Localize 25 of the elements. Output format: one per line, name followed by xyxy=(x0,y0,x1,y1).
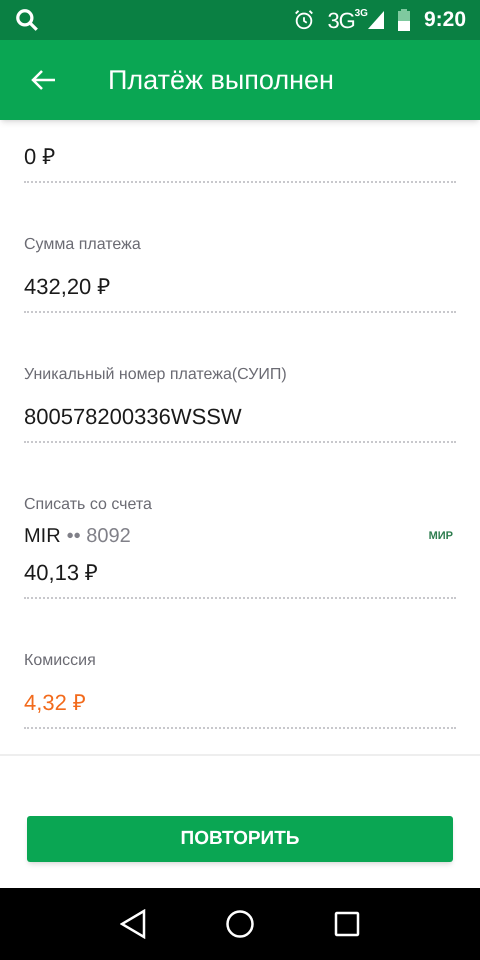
search-icon xyxy=(14,7,40,33)
field-value: 432,20 ₽ xyxy=(24,273,112,301)
screen-title: Платёж выполнен xyxy=(108,64,334,97)
field-label: Сумма платежа xyxy=(24,235,142,255)
battery-icon xyxy=(398,9,410,31)
field-label: Комиссия xyxy=(24,651,97,671)
field-value: 0 ₽ xyxy=(24,143,56,171)
field-value: 40,13 ₽ xyxy=(24,559,100,587)
field-label: Списать со счета xyxy=(24,495,153,515)
card-logo: МИР xyxy=(428,528,453,544)
alarm-clock-icon xyxy=(293,9,316,31)
network-type: 3G xyxy=(354,7,368,21)
field-value: 800578200336WSSW xyxy=(24,403,243,431)
back-icon[interactable] xyxy=(120,909,146,939)
card-number: •• 8092 xyxy=(66,524,131,549)
field-label: Уникальный номер платежа(СУИП) xyxy=(24,365,288,385)
home-icon[interactable] xyxy=(224,909,255,939)
card-name: MIR xyxy=(24,524,61,549)
signal-icon xyxy=(368,11,384,29)
back-arrow-icon xyxy=(30,69,56,91)
field-value: 4,32 ₽ xyxy=(24,689,87,717)
clock-time: 9:20 xyxy=(424,7,466,34)
recent-apps-icon[interactable] xyxy=(334,911,360,937)
repeat-button[interactable]: ПОВТОРИТЬ xyxy=(27,816,453,862)
network-type: 3G xyxy=(327,6,355,34)
